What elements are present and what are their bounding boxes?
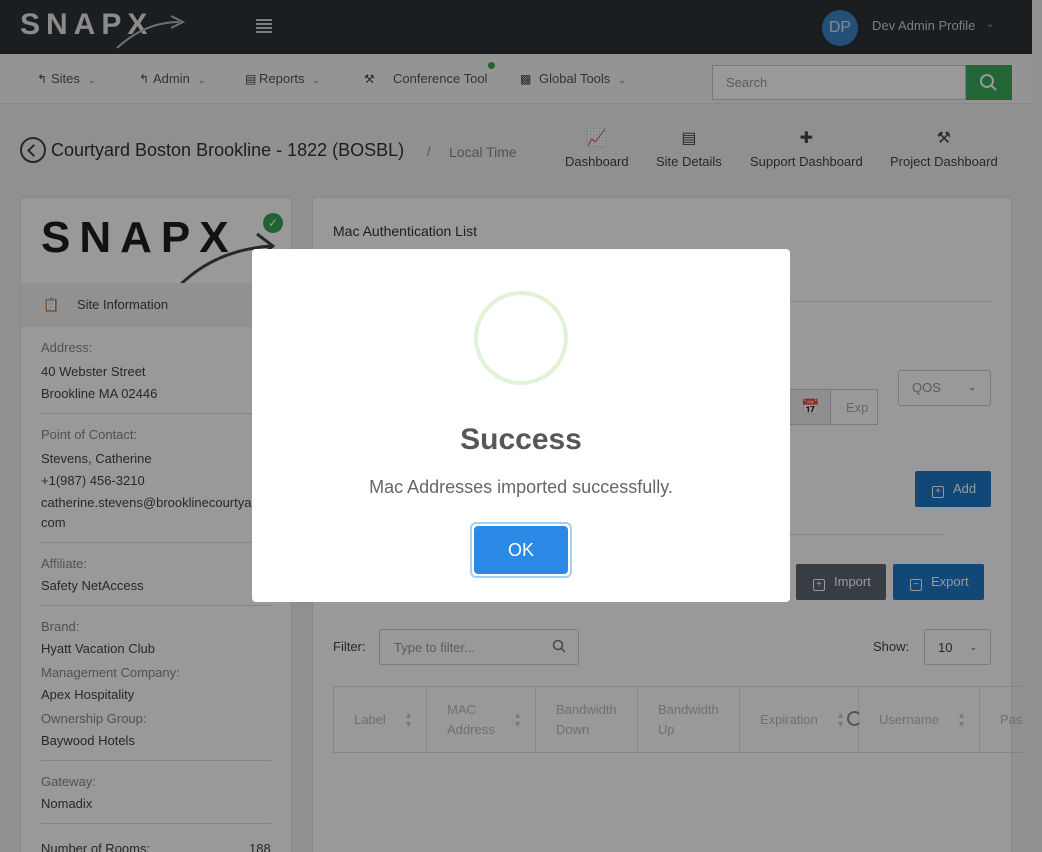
ok-button[interactable]: OK xyxy=(470,522,572,578)
success-icon xyxy=(474,291,568,385)
success-dialog: Success Mac Addresses imported successfu… xyxy=(252,249,790,602)
ok-button-label: OK xyxy=(474,526,568,574)
dialog-title: Success xyxy=(460,423,582,456)
dialog-message: Mac Addresses imported successfully. xyxy=(369,477,673,497)
loading-spinner-icon xyxy=(847,711,862,726)
